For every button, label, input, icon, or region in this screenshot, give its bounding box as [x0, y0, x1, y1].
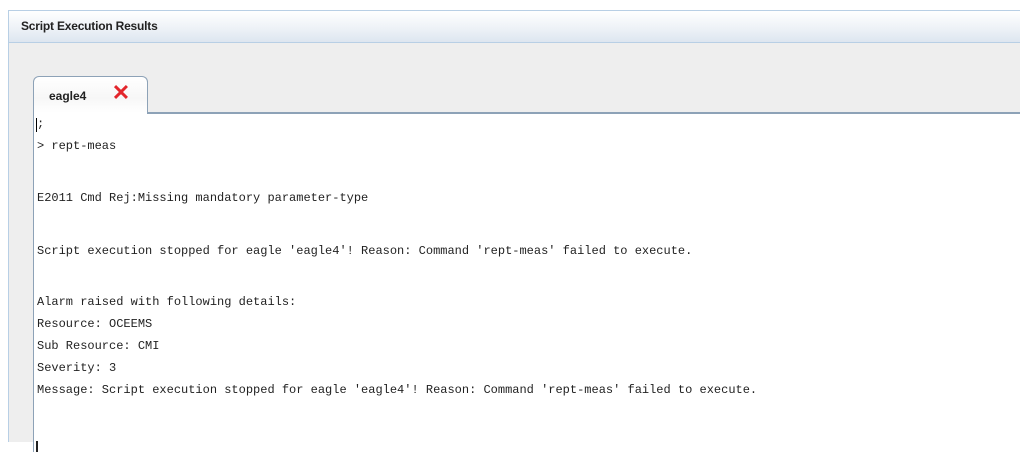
console-line: Message: Script execution stopped for ea… — [37, 383, 758, 397]
tab-eagle4[interactable]: eagle4 ✕ — [33, 76, 148, 113]
console-line: > rept-meas — [37, 139, 117, 153]
console-line: ; — [37, 117, 45, 131]
console-line: E2011 Cmd Rej:Missing mandatory paramete… — [37, 191, 369, 205]
console-line: Severity: 3 — [37, 361, 117, 375]
close-icon[interactable]: ✕ — [110, 81, 132, 105]
console-line: Resource: OCEEMS — [37, 317, 153, 331]
console-line: Script execution stopped for eagle 'eagl… — [37, 244, 693, 258]
panel-header: Script Execution Results — [9, 11, 1020, 43]
script-execution-results-panel: Script Execution Results eagle4 ✕ ; > re… — [8, 10, 1020, 452]
end-cursor — [36, 441, 38, 452]
panel-title: Script Execution Results — [21, 19, 158, 33]
tab-strip: eagle4 ✕ — [9, 44, 1020, 113]
console-line: Alarm raised with following details: — [37, 295, 297, 309]
console-output[interactable]: ; > rept-meas E2011 Cmd Rej:Missing mand… — [33, 114, 1020, 452]
tab-label[interactable]: eagle4 — [49, 89, 86, 103]
console-line: Sub Resource: CMI — [37, 339, 160, 353]
